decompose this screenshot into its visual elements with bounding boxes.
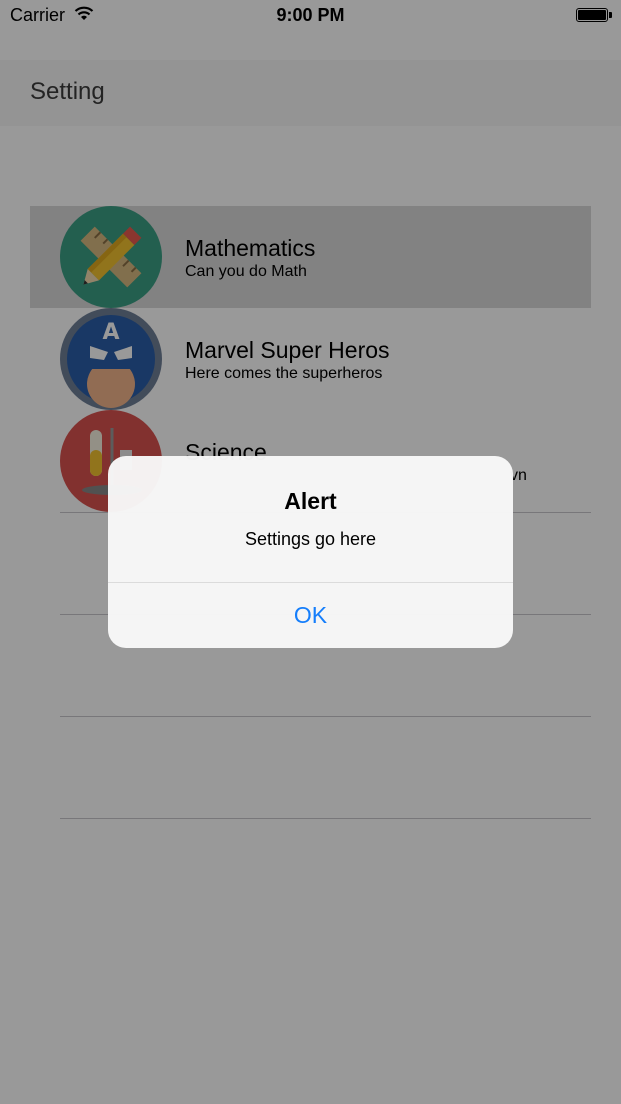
alert-message: Settings go here — [244, 529, 377, 549]
alert-title: Alert — [284, 488, 337, 514]
alert-dialog: Alert Settings go here OK — [108, 456, 513, 648]
ok-button[interactable]: OK — [108, 583, 513, 648]
